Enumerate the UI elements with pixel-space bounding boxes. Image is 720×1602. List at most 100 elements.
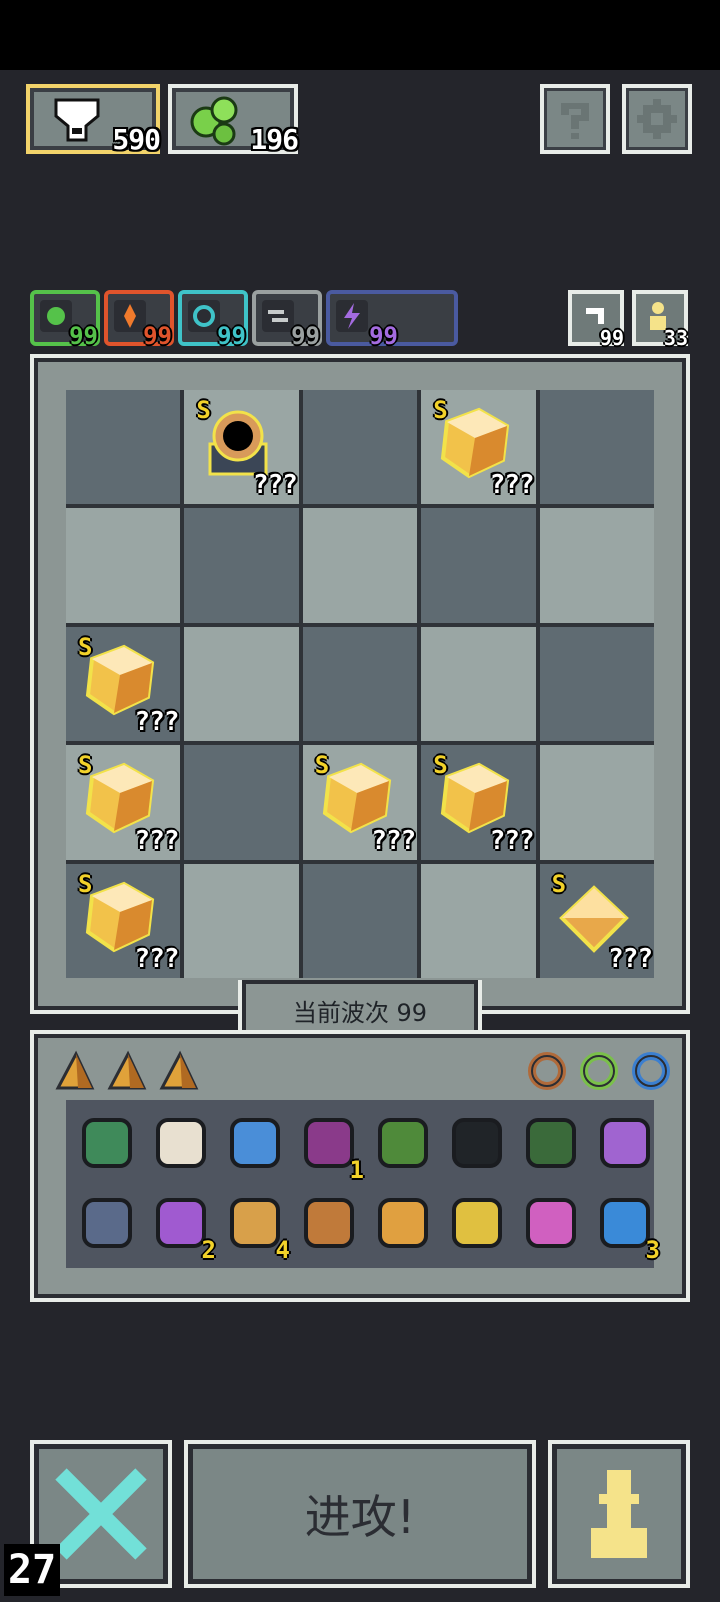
level-label: ??? (489, 825, 535, 856)
bone-resource[interactable]: 590 (26, 84, 161, 156)
attack-label: 进攻! (304, 1490, 416, 1544)
pawn-button[interactable] (548, 1440, 690, 1588)
purple-hammer-icon[interactable] (590, 1108, 660, 1178)
rank-badge: S (551, 869, 567, 898)
board-cell[interactable] (184, 626, 299, 742)
item-grid: 1 2 4 3 (66, 1100, 660, 1268)
pink-arrow-icon[interactable] (516, 1188, 586, 1258)
element-fire[interactable]: 99 (104, 290, 174, 350)
wave-label: 当前波次 99 (292, 998, 428, 1027)
fire-icon (114, 300, 146, 332)
status-bar (0, 0, 720, 70)
rank-badge: S (433, 396, 448, 424)
level-label: ??? (134, 825, 179, 856)
element-value: 99 (291, 322, 320, 350)
phone-icon[interactable] (442, 1108, 512, 1178)
board-cell[interactable] (184, 745, 299, 860)
reroll-counter[interactable]: 99 (568, 290, 624, 350)
reroll-value: 99 (599, 326, 624, 350)
board-cell[interactable]: S??? (539, 863, 654, 978)
green-ring-icon[interactable] (578, 1050, 620, 1092)
element-value: 99 (143, 322, 172, 350)
claw-icon[interactable] (368, 1188, 438, 1258)
orbit-ring-icon[interactable]: 4 (220, 1188, 290, 1264)
green-arrow-icon[interactable] (368, 1108, 438, 1178)
shard-icon[interactable] (106, 1050, 148, 1092)
rank-badge: S (78, 869, 93, 898)
attack-button[interactable]: 进攻! (184, 1440, 536, 1588)
shard-icon[interactable] (54, 1050, 96, 1092)
level-label: ??? (608, 944, 653, 974)
board-cell[interactable]: S??? (66, 745, 181, 860)
item-count: 1 (349, 1156, 364, 1184)
rank-badge: S (78, 751, 93, 780)
slime-count: 196 (250, 123, 299, 156)
board-cell[interactable]: S??? (184, 390, 299, 505)
element-value: 99 (369, 322, 398, 350)
element-value: 99 (217, 322, 246, 350)
feather-icon[interactable] (294, 1188, 364, 1258)
board-cell[interactable] (421, 626, 536, 742)
board-cell[interactable] (66, 508, 181, 623)
lightning-icon (336, 300, 368, 332)
level-label: ??? (134, 944, 179, 974)
swirl-icon (188, 300, 220, 332)
settings-button[interactable] (622, 84, 692, 154)
help-button[interactable] (540, 84, 610, 154)
shard-icon[interactable] (158, 1050, 200, 1092)
board-cell[interactable] (539, 508, 654, 623)
pawn-value: 33 (663, 326, 688, 350)
bronze-ring-icon[interactable] (526, 1050, 568, 1092)
scroll-icon[interactable] (146, 1108, 216, 1178)
rank-badge: S (78, 632, 93, 661)
rank-badge: S (433, 751, 448, 780)
level-label: ??? (489, 470, 535, 501)
pawn-icon (591, 1470, 647, 1558)
item-count: 3 (645, 1236, 660, 1264)
green-slime-icon (190, 96, 238, 146)
board-cell[interactable] (421, 508, 536, 623)
element-wind[interactable]: 99 (252, 290, 322, 350)
wind-icon (262, 300, 294, 332)
rank-badge: S (196, 396, 211, 424)
board-cell[interactable] (66, 390, 181, 505)
frame-counter: 27 (4, 1544, 61, 1596)
board-cell[interactable] (421, 863, 536, 978)
board-cell[interactable] (539, 390, 654, 505)
gear-icon (637, 99, 677, 139)
blue-ring-icon[interactable] (630, 1050, 672, 1092)
demon-mask-icon[interactable]: 1 (294, 1108, 364, 1184)
game-board: S??? S??? S??? S??? S??? S??? S??? S??? (66, 390, 654, 978)
blue-orb-icon[interactable]: 3 (590, 1188, 660, 1264)
bone-count: 590 (112, 123, 161, 156)
board-cell[interactable]: S??? (302, 745, 418, 860)
board-cell[interactable] (539, 745, 654, 860)
question-icon (561, 103, 589, 139)
goggles-icon[interactable] (220, 1108, 290, 1178)
board-cell[interactable] (302, 863, 418, 978)
board-cell[interactable]: S??? (66, 863, 181, 978)
board-cell[interactable]: S??? (421, 390, 536, 505)
slime-resource[interactable]: 196 (168, 84, 299, 156)
board-cell[interactable] (302, 390, 418, 505)
board-cell[interactable] (539, 626, 654, 742)
chalice-icon[interactable] (442, 1188, 512, 1258)
item-count: 2 (201, 1236, 216, 1264)
board-cell[interactable] (184, 508, 299, 623)
level-label: ??? (134, 707, 179, 738)
board-cell[interactable]: S??? (421, 745, 536, 860)
skull-bone-icon (54, 98, 100, 142)
board-cell[interactable] (302, 508, 418, 623)
rune-tablet-icon[interactable] (516, 1108, 586, 1178)
board-cell[interactable] (302, 626, 418, 742)
element-lightning[interactable]: 99 (326, 290, 458, 350)
level-label: ??? (252, 470, 298, 501)
crown-spikes-icon[interactable] (72, 1188, 142, 1258)
element-nature[interactable]: 99 (30, 290, 100, 350)
pawn-counter[interactable]: 33 (632, 290, 688, 350)
element-water[interactable]: 99 (178, 290, 248, 350)
potion-jar-icon[interactable]: 2 (146, 1188, 216, 1264)
board-cell[interactable] (184, 863, 299, 978)
board-cell[interactable]: S??? (66, 626, 181, 742)
turtle-shell-icon[interactable] (72, 1108, 142, 1178)
